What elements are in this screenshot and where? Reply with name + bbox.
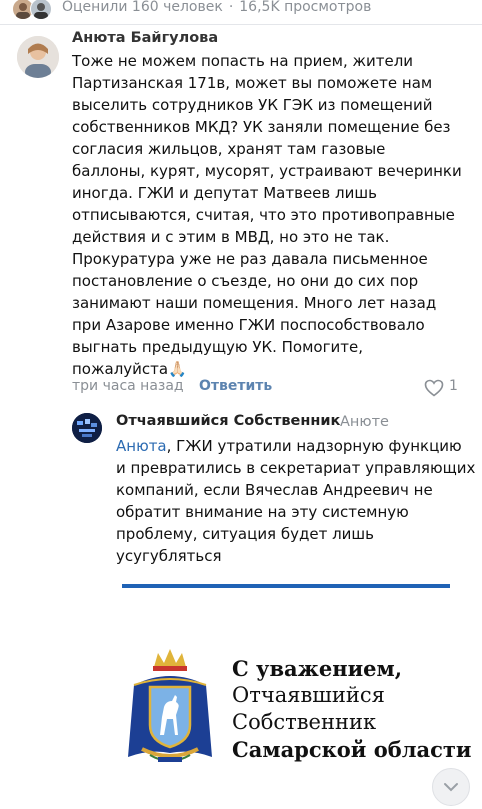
separator-line: [122, 584, 450, 588]
comment-text: Анюта, ГЖИ утратили надзорную функцию и …: [116, 435, 476, 567]
raters-avatars[interactable]: [12, 0, 54, 20]
reply-to[interactable]: Анюте: [340, 414, 389, 430]
signature-line: С уважением,: [232, 656, 403, 681]
avatar[interactable]: [72, 413, 102, 443]
signature-line: Самарской области: [232, 737, 472, 762]
stats-separator: ·: [228, 0, 234, 15]
heart-icon[interactable]: [424, 379, 444, 397]
views-count: 16,5K просмотров: [239, 0, 372, 15]
avatar[interactable]: [17, 36, 59, 78]
rater-avatar: [30, 0, 52, 20]
comment-author[interactable]: Отчаявшийся Собственник: [116, 413, 340, 429]
signature-line: Собственник: [232, 710, 377, 734]
reply-button[interactable]: Ответить: [199, 378, 272, 394]
divider: [0, 24, 482, 25]
rated-count[interactable]: Оценили 160 человек: [62, 0, 223, 15]
post-stats: Оценили 160 человек · 16,5K просмотров: [62, 0, 371, 15]
like-count: 1: [449, 378, 458, 394]
comment-time: три часа назад: [72, 378, 184, 394]
signature: С уважением, Отчаявшийся Собственник Сам…: [232, 655, 472, 763]
comment-body: , ГЖИ утратили надзорную функцию и превр…: [116, 437, 476, 565]
comment-author[interactable]: Анюта Байгулова: [72, 30, 218, 46]
signature-line: Отчаявшийся: [232, 683, 385, 707]
samara-coat-of-arms-icon: [120, 645, 220, 775]
comment-text: Тоже не можем попасть на прием, жители П…: [72, 52, 462, 378]
mention-link[interactable]: Анюта: [116, 437, 167, 455]
scroll-down-button[interactable]: [432, 768, 470, 806]
